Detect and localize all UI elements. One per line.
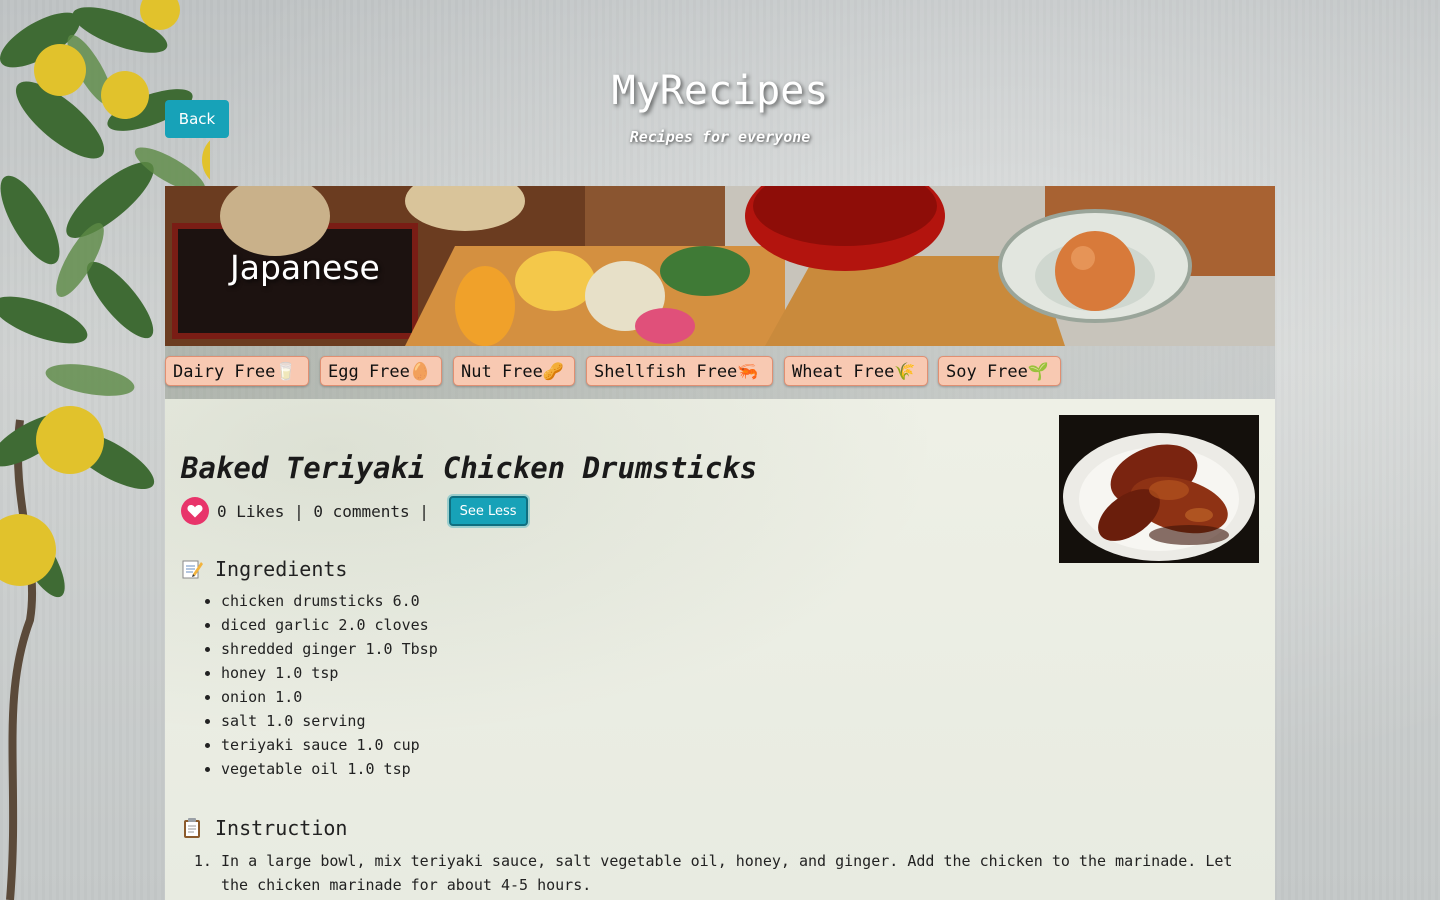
list-item: diced garlic 2.0 cloves — [221, 613, 438, 637]
instructions-list: In a large bowl, mix teriyaki sauce, sal… — [181, 849, 1257, 897]
likes-count: 0 Likes — [217, 501, 285, 521]
clipboard-icon — [184, 818, 200, 838]
heart-icon — [187, 505, 203, 518]
meta-separator: | — [409, 501, 439, 521]
tag-shellfish-free: Shellfish Free🦐 — [586, 356, 773, 386]
tag-soy-free: Soy Free🌱 — [938, 356, 1061, 386]
chicken-drumsticks-image — [1059, 415, 1259, 563]
tag-wheat-free: Wheat Free🌾 — [784, 356, 928, 386]
cuisine-banner: Japanese — [165, 186, 1275, 346]
list-item: vegetable oil 1.0 tsp — [221, 757, 438, 781]
tag-nut-free: Nut Free🥜 — [453, 356, 575, 386]
list-item: In a large bowl, mix teriyaki sauce, sal… — [221, 849, 1257, 897]
list-item: honey 1.0 tsp — [221, 661, 438, 685]
recipe-card: Baked Teriyaki Chicken Drumsticks 0 Like… — [165, 399, 1275, 900]
instruction-heading-text: Instruction — [215, 816, 348, 840]
instruction-heading: Instruction — [181, 816, 347, 840]
back-button[interactable]: Back — [165, 100, 229, 138]
comments-count[interactable]: 0 comments — [313, 502, 409, 521]
list-item: shredded ginger 1.0 Tbsp — [221, 637, 438, 661]
ingredients-heading: Ingredients — [181, 557, 347, 581]
recipe-title: Baked Teriyaki Chicken Drumsticks — [181, 451, 758, 485]
tag-dairy-free: Dairy Free🥛 — [165, 356, 309, 386]
list-item: salt 1.0 serving — [221, 709, 438, 733]
ingredients-heading-text: Ingredients — [215, 557, 348, 581]
list-item: chicken drumsticks 6.0 — [221, 589, 438, 613]
list-item: teriyaki sauce 1.0 cup — [221, 733, 438, 757]
cuisine-title: Japanese — [230, 248, 380, 287]
list-item: onion 1.0 — [221, 685, 438, 709]
recipe-photo — [1059, 415, 1259, 563]
memo-icon — [182, 560, 203, 579]
ingredients-list: chicken drumsticks 6.0 diced garlic 2.0 … — [181, 589, 438, 781]
site-header: MyRecipes Recipes for everyone Back — [0, 0, 1440, 186]
tag-egg-free: Egg Free🥚 — [320, 356, 442, 386]
meta-separator: | — [284, 501, 314, 521]
see-less-button[interactable]: See Less — [448, 496, 528, 526]
recipe-meta: 0 Likes | 0 comments | See Less — [181, 494, 528, 528]
like-button[interactable] — [181, 497, 209, 525]
diet-tags: Dairy Free🥛 Egg Free🥚 Nut Free🥜 Shellfis… — [165, 346, 1275, 399]
